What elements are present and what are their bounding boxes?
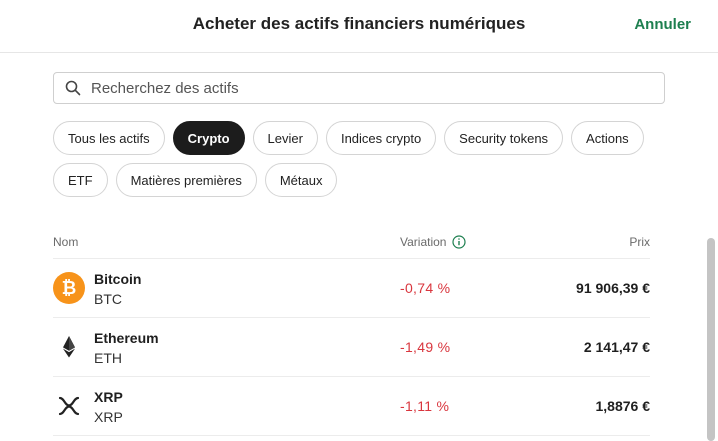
asset-name: Ethereum xyxy=(94,330,159,346)
xrp-icon xyxy=(53,390,85,422)
chip-stocks[interactable]: Actions xyxy=(571,121,644,155)
asset-ticker: BTC xyxy=(94,291,122,307)
bitcoin-icon: ₿ xyxy=(53,272,85,304)
asset-price: 91 906,39 € xyxy=(576,280,650,296)
filter-chips: Tous les actifs Crypto Levier Indices cr… xyxy=(53,121,673,205)
chip-all-assets[interactable]: Tous les actifs xyxy=(53,121,165,155)
table-row-ethereum[interactable]: Ethereum ETH -1,49 % 2 141,47 € xyxy=(53,318,650,377)
column-header-name: Nom xyxy=(53,234,79,249)
asset-name: XRP xyxy=(94,389,123,405)
chip-crypto[interactable]: Crypto xyxy=(172,121,245,155)
table-row-bitcoin[interactable]: ₿ Bitcoin BTC -0,74 % 91 906,39 € xyxy=(53,259,650,318)
asset-change: -1,49 % xyxy=(400,339,451,355)
ethereum-icon xyxy=(53,331,85,363)
cancel-button[interactable]: Annuler xyxy=(634,16,691,33)
table-header: Nom Variation Prix xyxy=(53,225,650,259)
search-icon xyxy=(65,80,81,96)
asset-name: Bitcoin xyxy=(94,271,142,287)
chip-security-tokens[interactable]: Security tokens xyxy=(444,121,564,155)
scrollbar-thumb[interactable] xyxy=(707,238,715,441)
info-icon[interactable] xyxy=(452,234,467,249)
chip-etf[interactable]: ETF xyxy=(53,163,108,197)
asset-table: Nom Variation Prix ₿ Bitcoin BTC -0,74 %… xyxy=(53,225,650,436)
chip-leverage[interactable]: Levier xyxy=(252,121,318,155)
asset-change: -1,11 % xyxy=(400,398,450,414)
chip-crypto-indices[interactable]: Indices crypto xyxy=(325,121,437,155)
asset-change: -0,74 % xyxy=(400,280,451,296)
svg-text:₿: ₿ xyxy=(62,278,77,299)
modal-title: Acheter des actifs financiers numériques xyxy=(192,14,526,33)
column-header-change-label: Variation xyxy=(400,234,447,249)
column-header-price: Prix xyxy=(629,234,650,249)
asset-ticker: XRP xyxy=(94,409,123,425)
asset-price: 2 141,47 € xyxy=(583,339,650,355)
modal-header: Acheter des actifs financiers numériques… xyxy=(0,0,718,53)
chip-commodities[interactable]: Matières premières xyxy=(115,163,257,197)
search-box[interactable] xyxy=(53,72,665,104)
table-row-xrp[interactable]: XRP XRP -1,11 % 1,8876 € xyxy=(53,377,650,436)
search-input[interactable] xyxy=(91,79,651,97)
asset-price: 1,8876 € xyxy=(595,398,651,414)
chip-metals[interactable]: Métaux xyxy=(264,163,338,197)
column-header-change: Variation xyxy=(400,234,467,249)
asset-ticker: ETH xyxy=(94,350,122,366)
